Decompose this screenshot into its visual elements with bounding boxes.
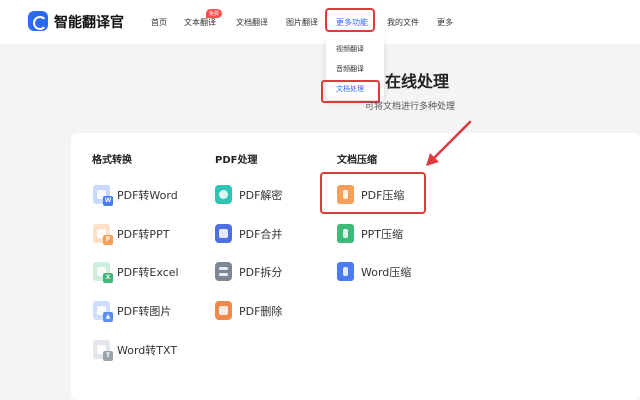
annotation-arrow-icon bbox=[426, 120, 472, 166]
